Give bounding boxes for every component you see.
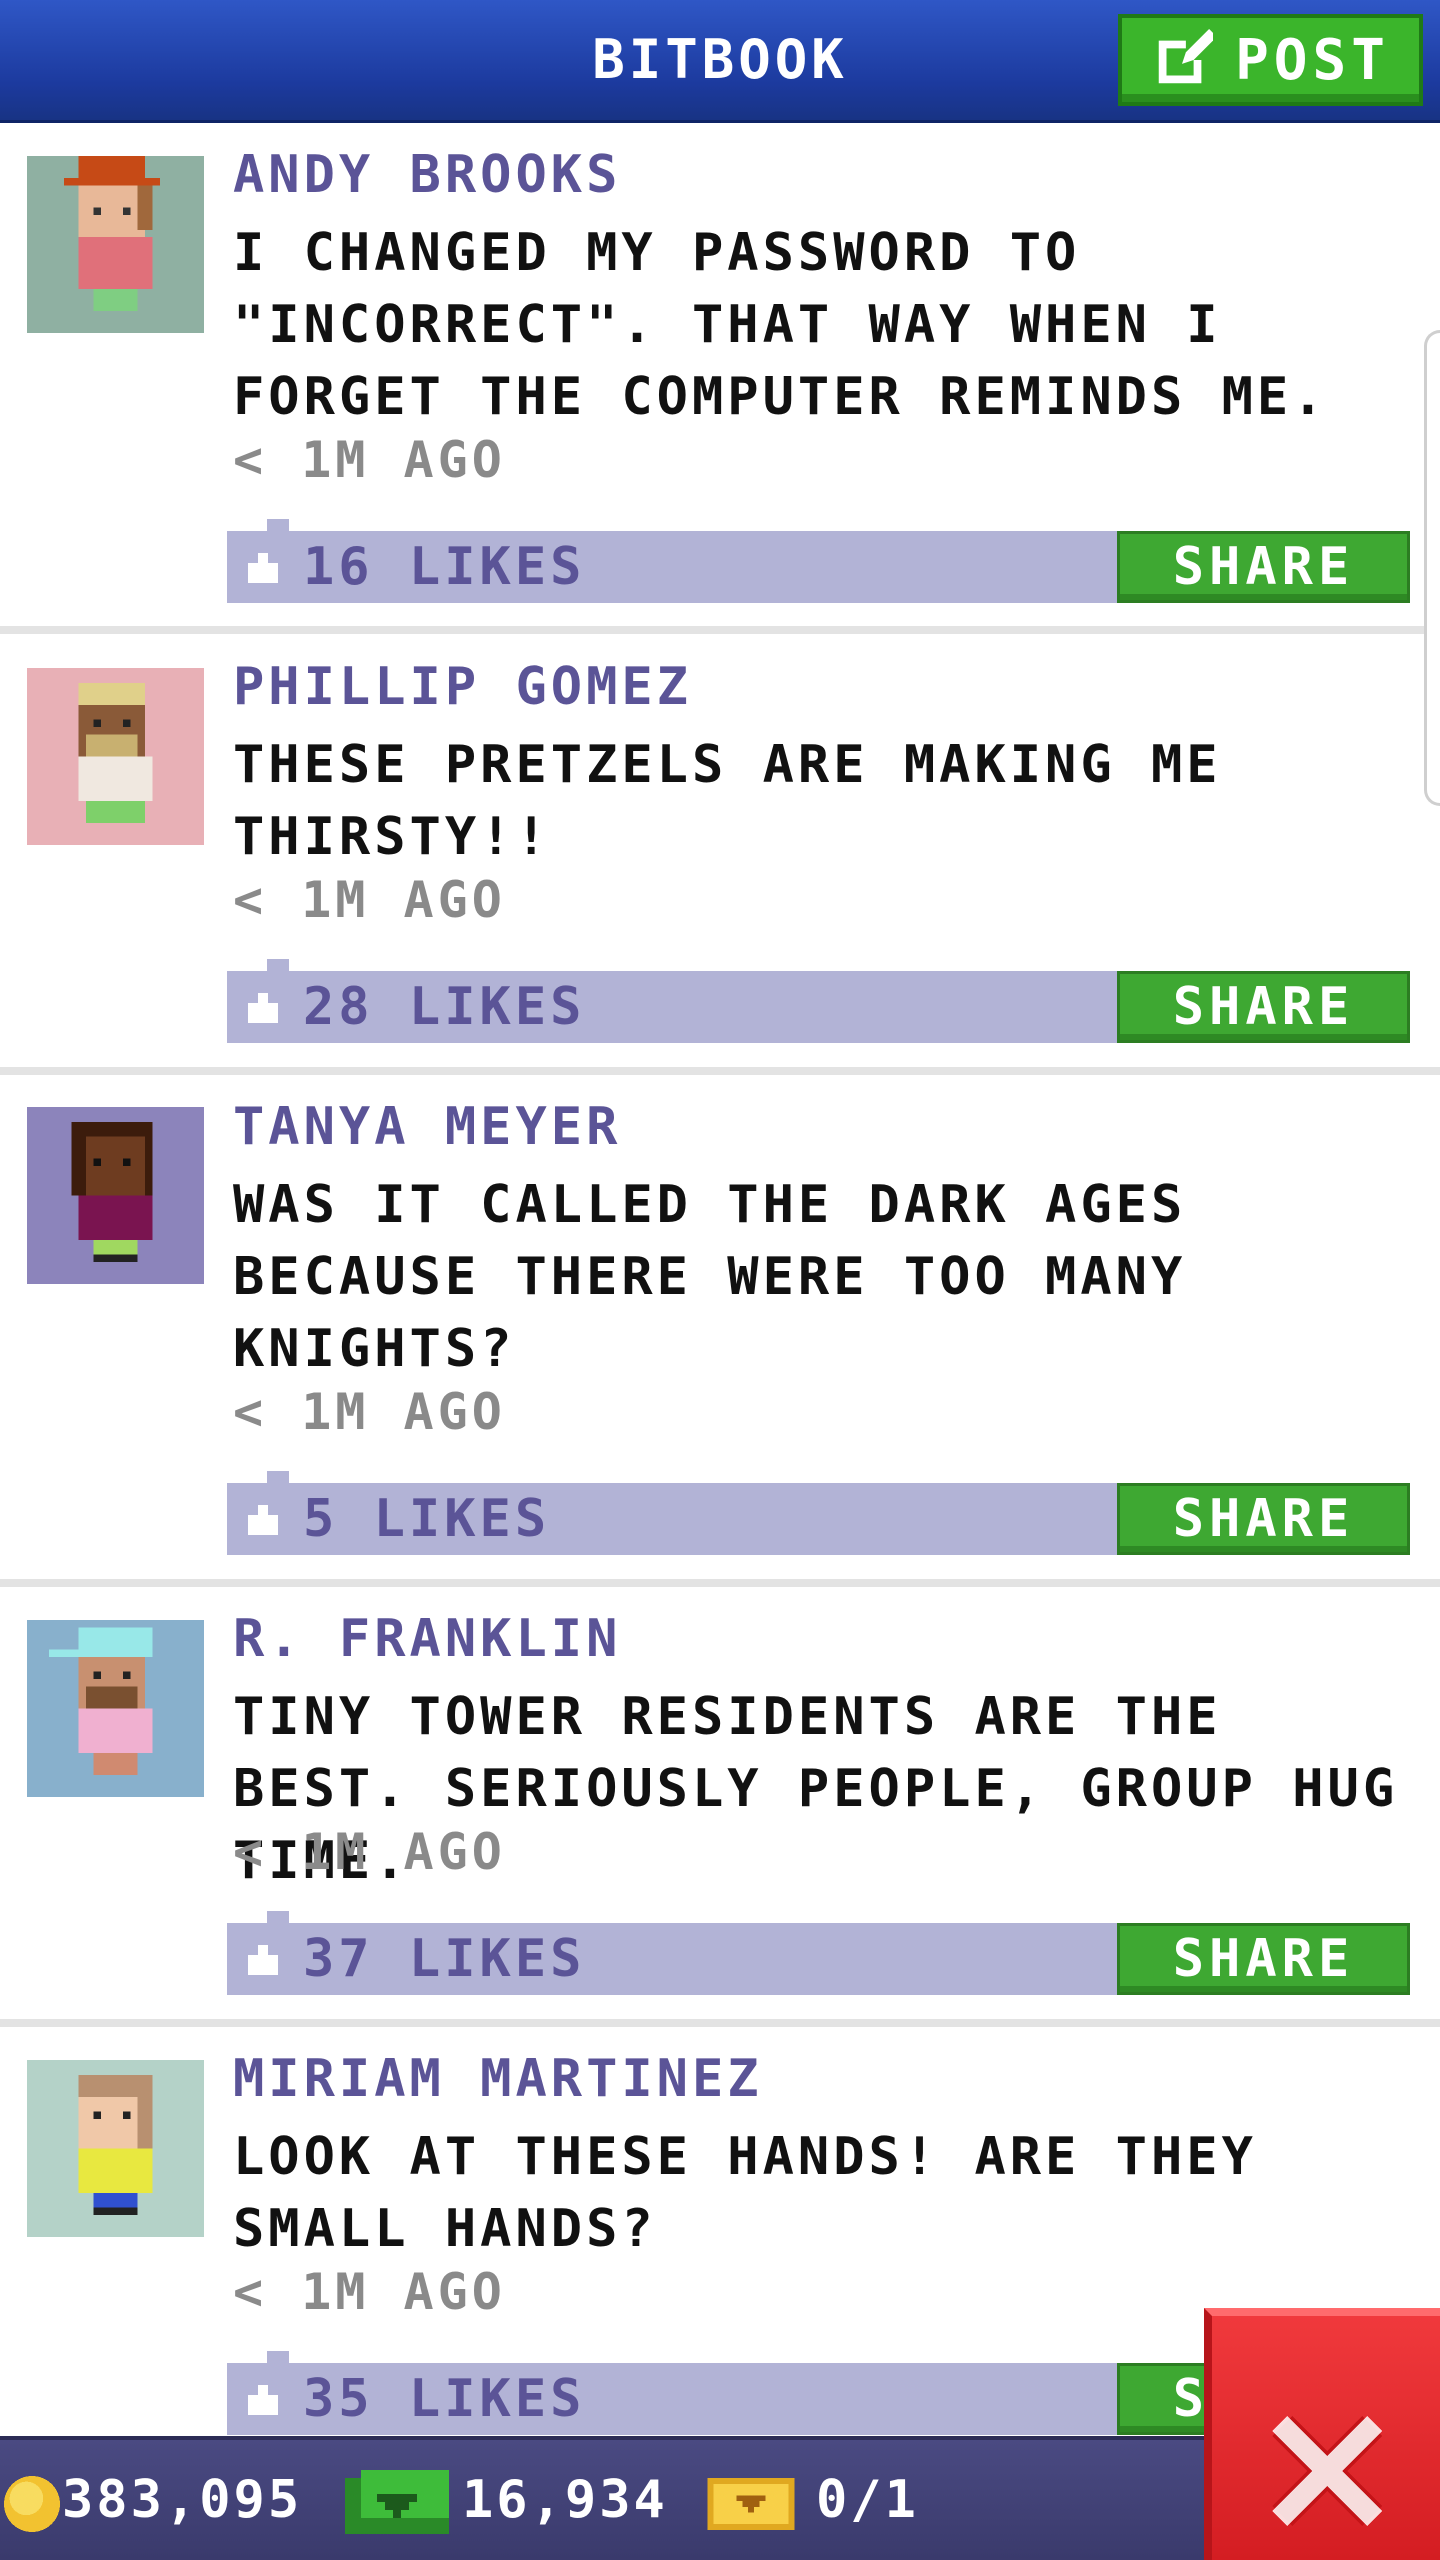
avatar-figure (63, 156, 160, 311)
likes-bar-notch (267, 1911, 289, 1923)
post-time: < 1M AGO (233, 1823, 506, 1881)
likes-count: 5 LIKES (303, 1489, 551, 1549)
avatar-figure (49, 1627, 153, 1775)
app-header: BITBOOK POST (0, 0, 1440, 123)
tickets-count: 0/1 (816, 2470, 919, 2530)
share-button[interactable]: SHARE (1117, 1923, 1410, 1995)
close-button[interactable] (1204, 2308, 1440, 2560)
avatar-figure (78, 682, 153, 823)
likes-bar-notch (267, 2351, 289, 2363)
scroll-indicator[interactable] (1424, 330, 1440, 806)
likes-count: 35 LIKES (303, 2369, 586, 2429)
post-time: < 1M AGO (233, 431, 506, 489)
bux-icon (345, 2470, 449, 2534)
post-divider (0, 626, 1440, 634)
likes-bar-notch (267, 1471, 289, 1483)
avatar-figure (71, 1121, 153, 1262)
post-button[interactable]: POST (1118, 14, 1423, 106)
post-text: WAS IT CALLED THE DARK AGES BECAUSE THER… (233, 1175, 1187, 1379)
post-text: THESE PRETZELS ARE MAKING ME THIRSTY!! (233, 735, 1222, 867)
close-icon (1272, 2416, 1382, 2526)
ticket-icon (707, 2478, 795, 2530)
avatar[interactable] (27, 1107, 204, 1284)
avatar-figure (78, 2074, 153, 2215)
share-button[interactable]: SHARE (1117, 531, 1410, 603)
likes-bar-notch (267, 519, 289, 531)
post-time: < 1M AGO (233, 871, 506, 929)
compose-icon (1158, 29, 1214, 84)
post-author[interactable]: R. FRANKLIN (233, 1609, 621, 1669)
post-button-label: POST (1235, 27, 1390, 93)
thumbs-up-icon[interactable] (243, 2385, 283, 2415)
thumbs-up-icon[interactable] (243, 1945, 283, 1975)
post-author[interactable]: TANYA MEYER (233, 1097, 621, 1157)
thumbs-up-icon[interactable] (243, 553, 283, 583)
likes-bar-notch (267, 959, 289, 971)
post-time: < 1M AGO (233, 1383, 506, 1441)
post-time: < 1M AGO (233, 2263, 506, 2321)
share-button[interactable]: SHARE (1117, 1483, 1410, 1555)
post-author[interactable]: ANDY BROOKS (233, 145, 621, 205)
post-divider (0, 1067, 1440, 1075)
avatar[interactable] (27, 668, 204, 845)
avatar[interactable] (27, 156, 204, 333)
thumbs-up-icon[interactable] (243, 993, 283, 1023)
post-author[interactable]: PHILLIP GOMEZ (233, 657, 692, 717)
avatar[interactable] (27, 1620, 204, 1797)
likes-count: 37 LIKES (303, 1929, 586, 1989)
post-divider (0, 2019, 1440, 2027)
likes-count: 28 LIKES (303, 977, 586, 1037)
share-button[interactable]: SHARE (1117, 971, 1410, 1043)
coin-icon (4, 2476, 60, 2532)
bux-count: 16,934 (462, 2470, 668, 2530)
avatar[interactable] (27, 2060, 204, 2237)
post-divider (0, 1579, 1440, 1587)
post-text: I CHANGED MY PASSWORD TO "INCORRECT". TH… (233, 223, 1328, 427)
likes-count: 16 LIKES (303, 537, 586, 597)
thumbs-up-icon[interactable] (243, 1505, 283, 1535)
post-text: LOOK AT THESE HANDS! ARE THEY SMALL HAND… (233, 2127, 1257, 2259)
coins-count: 383,095 (62, 2470, 303, 2530)
post-author[interactable]: MIRIAM MARTINEZ (233, 2049, 763, 2109)
